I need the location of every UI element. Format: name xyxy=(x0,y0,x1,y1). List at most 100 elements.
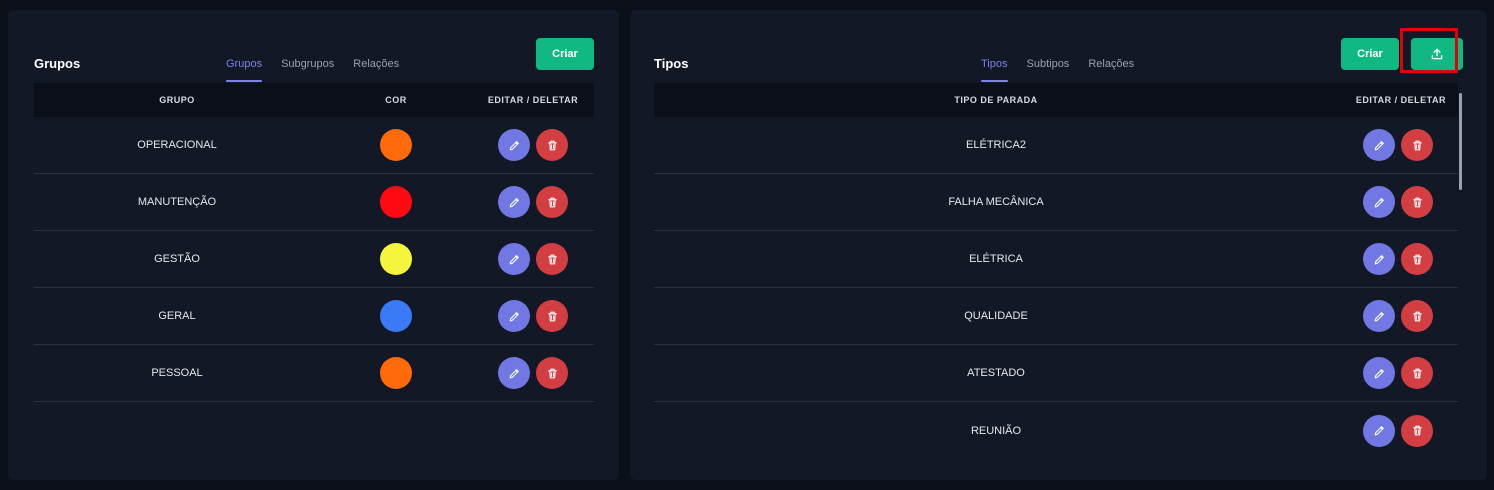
actions-cell xyxy=(472,129,594,161)
table-row: MANUTENÇÃO xyxy=(34,174,594,231)
tab-subgrupos[interactable]: Subgrupos xyxy=(281,47,334,82)
pencil-icon xyxy=(1373,367,1386,380)
table-row: FALHA MECÂNICA xyxy=(654,174,1458,231)
table-row: GERAL xyxy=(34,288,594,345)
types-tabs: Tipos Subtipos Relações xyxy=(981,47,1134,82)
edit-button[interactable] xyxy=(1363,186,1395,218)
delete-button[interactable] xyxy=(536,129,568,161)
row-actions xyxy=(1363,357,1433,389)
edit-button[interactable] xyxy=(1363,129,1395,161)
types-table: TIPO DE PARADA EDITAR / DELETAR ELÉTRICA… xyxy=(654,83,1458,459)
color-swatch xyxy=(380,243,412,275)
type-name: FALHA MECÂNICA xyxy=(948,196,1044,208)
trash-icon xyxy=(1411,139,1424,152)
delete-button[interactable] xyxy=(1401,186,1433,218)
table-row: QUALIDADE xyxy=(654,288,1458,345)
trash-icon xyxy=(546,253,559,266)
delete-button[interactable] xyxy=(1401,414,1433,447)
edit-button[interactable] xyxy=(1363,414,1395,447)
color-swatch xyxy=(380,357,412,389)
types-panel: Tipos Tipos Subtipos Relações Criar TIPO… xyxy=(630,10,1487,480)
column-header-tipo-de-parada: TIPO DE PARADA xyxy=(954,95,1038,105)
table-row: ELÉTRICA2 xyxy=(654,117,1458,174)
delete-button[interactable] xyxy=(536,186,568,218)
row-actions xyxy=(498,243,568,275)
color-cell xyxy=(320,357,472,389)
types-table-body: ELÉTRICA2 FALHA MECÂNICA ELÉTRICA QUALIDADE… xyxy=(654,117,1458,459)
color-cell xyxy=(320,300,472,332)
delete-button[interactable] xyxy=(1401,243,1433,275)
color-cell xyxy=(320,186,472,218)
color-swatch xyxy=(380,186,412,218)
pencil-icon xyxy=(1373,196,1386,209)
pencil-icon xyxy=(508,310,521,323)
trash-icon xyxy=(546,196,559,209)
type-name: REUNIÃO xyxy=(970,424,1022,437)
tab-subtipos[interactable]: Subtipos xyxy=(1027,47,1070,82)
trash-icon xyxy=(1411,310,1424,323)
types-table-header: TIPO DE PARADA EDITAR / DELETAR xyxy=(654,83,1458,117)
edit-button[interactable] xyxy=(498,300,530,332)
groups-tabs: Grupos Subgrupos Relações xyxy=(226,47,399,82)
pencil-icon xyxy=(508,367,521,380)
actions-cell xyxy=(1338,186,1458,218)
edit-button[interactable] xyxy=(498,129,530,161)
type-name: ELÉTRICA xyxy=(969,253,1023,265)
groups-table: GRUPO COR EDITAR / DELETAR OPERACIONAL MA… xyxy=(34,83,594,402)
groups-panel-title: Grupos xyxy=(34,56,81,71)
actions-cell xyxy=(1338,414,1458,447)
row-actions xyxy=(498,186,568,218)
tab-relacoes[interactable]: Relações xyxy=(353,47,399,82)
type-name: QUALIDADE xyxy=(964,310,1028,322)
actions-cell xyxy=(1338,300,1458,332)
row-actions xyxy=(1363,300,1433,332)
type-name: ELÉTRICA2 xyxy=(966,139,1026,151)
column-header-editar-deletar: EDITAR / DELETAR xyxy=(487,95,579,105)
types-table-scrollbar[interactable] xyxy=(1459,93,1462,190)
row-actions xyxy=(1363,414,1433,447)
groups-table-header: GRUPO COR EDITAR / DELETAR xyxy=(34,83,594,117)
color-cell xyxy=(320,129,472,161)
row-actions xyxy=(1363,186,1433,218)
upload-button-highlight xyxy=(1400,28,1458,73)
delete-button[interactable] xyxy=(1401,300,1433,332)
tab-relacoes[interactable]: Relações xyxy=(1088,47,1134,82)
row-actions xyxy=(498,129,568,161)
delete-button[interactable] xyxy=(536,357,568,389)
edit-button[interactable] xyxy=(1363,300,1395,332)
actions-cell xyxy=(472,186,594,218)
trash-icon xyxy=(1411,196,1424,209)
type-name: ATESTADO xyxy=(967,367,1025,379)
tab-tipos[interactable]: Tipos xyxy=(981,47,1008,82)
create-group-button[interactable]: Criar xyxy=(536,38,594,70)
column-header-editar-deletar: EDITAR / DELETAR xyxy=(1355,95,1446,105)
trash-icon xyxy=(1411,253,1424,266)
create-type-button[interactable]: Criar xyxy=(1341,38,1399,70)
table-row: ELÉTRICA xyxy=(654,231,1458,288)
pencil-icon xyxy=(508,139,521,152)
group-name: GERAL xyxy=(158,310,196,322)
color-cell xyxy=(320,243,472,275)
color-swatch xyxy=(380,129,412,161)
edit-button[interactable] xyxy=(1363,243,1395,275)
edit-button[interactable] xyxy=(498,243,530,275)
tab-grupos[interactable]: Grupos xyxy=(226,47,263,82)
column-header-grupo: GRUPO xyxy=(159,95,195,105)
types-panel-title: Tipos xyxy=(654,56,689,71)
delete-button[interactable] xyxy=(1401,357,1433,389)
delete-button[interactable] xyxy=(536,300,568,332)
actions-cell xyxy=(472,300,594,332)
delete-button[interactable] xyxy=(1401,129,1433,161)
group-name: MANUTENÇÃO xyxy=(137,196,217,208)
group-name: PESSOAL xyxy=(151,367,203,379)
groups-panel: Grupos Grupos Subgrupos Relações Criar G… xyxy=(8,10,619,480)
edit-button[interactable] xyxy=(498,357,530,389)
column-header-cor: COR xyxy=(385,95,407,105)
trash-icon xyxy=(546,139,559,152)
row-actions xyxy=(498,300,568,332)
edit-button[interactable] xyxy=(1363,357,1395,389)
color-swatch xyxy=(380,300,412,332)
actions-cell xyxy=(1338,243,1458,275)
delete-button[interactable] xyxy=(536,243,568,275)
edit-button[interactable] xyxy=(498,186,530,218)
